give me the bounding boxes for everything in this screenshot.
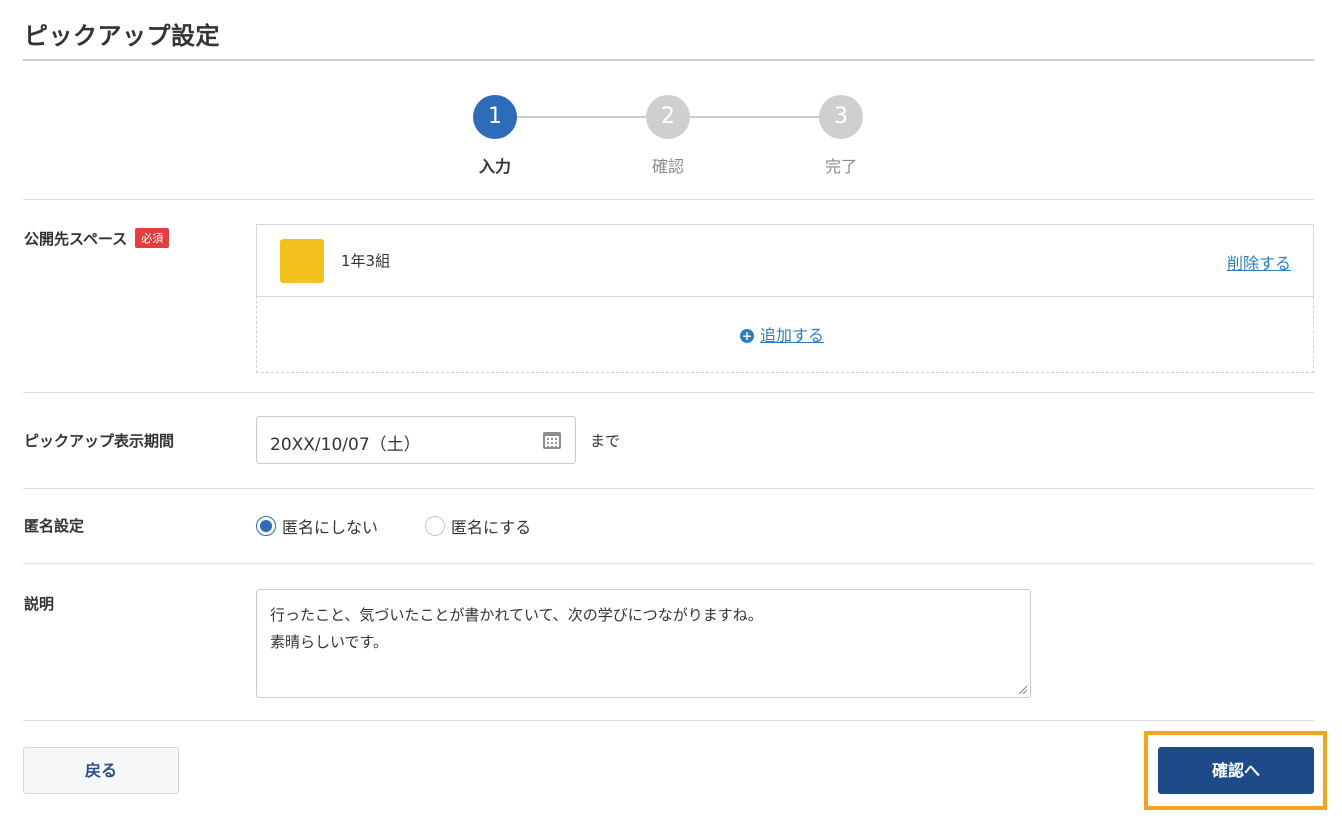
space-color-icon <box>280 239 324 283</box>
calendar-icon[interactable] <box>543 432 561 449</box>
section-divider <box>23 563 1314 564</box>
description-line: 素晴らしいです。 <box>270 633 389 651</box>
add-space-link[interactable]: + 追加する <box>740 322 824 346</box>
confirm-button[interactable]: 確認へ <box>1158 747 1314 794</box>
period-suffix: まで <box>590 432 621 450</box>
anonymous-section-label: 匿名設定 <box>24 517 85 535</box>
step-complete: 3 完了 <box>796 95 886 177</box>
radio-circle[interactable] <box>425 516 445 536</box>
radio-label: 匿名にしない <box>282 518 379 537</box>
add-space-area: + 追加する <box>256 296 1314 373</box>
section-divider <box>23 488 1314 489</box>
step-label: 入力 <box>478 157 511 176</box>
step-number: 3 <box>819 95 863 139</box>
add-space-label: 追加する <box>760 326 825 345</box>
description-section-label: 説明 <box>24 595 55 613</box>
radio-circle[interactable] <box>256 516 276 536</box>
description-line: 行ったこと、気づいたことが書かれていて、次の学びにつながりますね。 <box>270 606 763 624</box>
resize-handle-icon[interactable] <box>1019 686 1027 694</box>
step-number: 2 <box>646 95 690 139</box>
back-button[interactable]: 戻る <box>23 747 179 794</box>
section-divider <box>23 720 1314 721</box>
step-label: 確認 <box>651 157 684 176</box>
progress-stepper: 1 入力 2 確認 3 完了 <box>450 95 890 185</box>
section-divider <box>23 392 1314 393</box>
section-divider <box>23 199 1314 200</box>
space-item: 1年3組 削除する <box>256 224 1314 297</box>
page-title: ピックアップ設定 <box>24 22 220 50</box>
radio-not-anonymous[interactable]: 匿名にしない <box>256 514 378 538</box>
date-input[interactable]: 20XX/10/07（土） <box>256 416 576 464</box>
plus-circle-icon: + <box>740 329 754 343</box>
step-input: 1 入力 <box>450 95 540 177</box>
date-value: 20XX/10/07（土） <box>270 435 421 455</box>
radio-label: 匿名にする <box>451 518 532 537</box>
required-badge: 必須 <box>135 228 170 248</box>
space-name: 1年3組 <box>341 252 391 270</box>
radio-anonymous[interactable]: 匿名にする <box>425 514 531 538</box>
description-textarea[interactable]: 行ったこと、気づいたことが書かれていて、次の学びにつながりますね。 素晴らしいで… <box>256 589 1031 698</box>
delete-space-link[interactable]: 削除する <box>1227 250 1291 274</box>
step-label: 完了 <box>824 157 857 176</box>
period-section-label: ピックアップ表示期間 <box>24 432 175 450</box>
space-section-label: 公開先スペース 必須 <box>24 228 170 249</box>
title-divider <box>23 59 1314 61</box>
space-label-text: 公開先スペース <box>24 230 128 248</box>
step-confirm: 2 確認 <box>623 95 713 177</box>
step-number: 1 <box>473 95 517 139</box>
